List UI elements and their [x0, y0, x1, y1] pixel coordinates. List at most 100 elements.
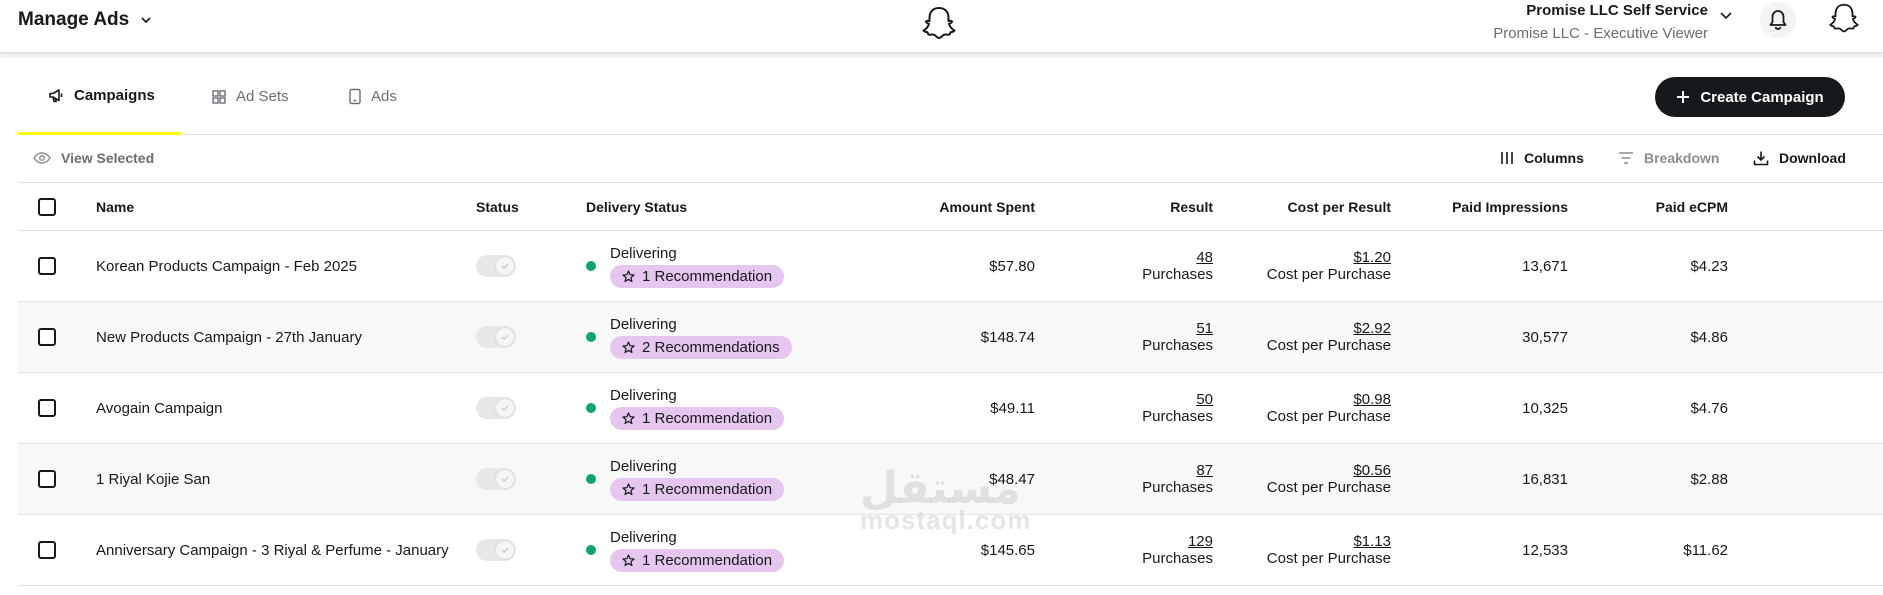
tab-bar: Campaigns Ad Sets Ads	[18, 58, 1883, 135]
paid-impressions: 12,533	[1522, 541, 1568, 559]
table-header: Name Status Delivery Status Amount Spent…	[18, 184, 1883, 231]
campaign-status-toggle[interactable]	[476, 539, 516, 561]
campaign-status-toggle[interactable]	[476, 255, 516, 277]
status-cell	[476, 373, 556, 443]
column-header-status[interactable]: Status	[476, 184, 556, 230]
cost-per-result-link[interactable]: $1.13	[1353, 533, 1391, 550]
tab-ads[interactable]: Ads	[348, 58, 397, 135]
row-checkbox[interactable]	[38, 328, 56, 346]
star-icon	[622, 340, 635, 353]
result-value-link[interactable]: 50	[1196, 391, 1213, 408]
create-campaign-button[interactable]: Create Campaign	[1655, 77, 1845, 117]
result-cell: 87 Purchases	[1048, 444, 1213, 514]
select-all-checkbox[interactable]	[38, 198, 56, 216]
campaign-name[interactable]: 1 Riyal Kojie San	[96, 444, 466, 514]
row-checkbox[interactable]	[38, 541, 56, 559]
column-header-name[interactable]: Name	[96, 184, 466, 230]
amount-spent: $48.47	[989, 470, 1035, 488]
chevron-down-icon[interactable]	[1718, 7, 1734, 23]
table-row[interactable]: New Products Campaign - 27th January Del…	[18, 302, 1883, 373]
account-switcher[interactable]: Promise LLC Self Service Promise LLC - E…	[1493, 2, 1708, 42]
status-cell	[476, 515, 556, 585]
result-cell: 50 Purchases	[1048, 373, 1213, 443]
bell-icon	[1769, 10, 1787, 30]
row-checkbox[interactable]	[38, 257, 56, 275]
view-selected-button[interactable]: View Selected	[33, 150, 154, 166]
cost-per-result-unit: Cost per Purchase	[1266, 266, 1391, 283]
toggle-knob	[496, 257, 514, 275]
column-header-result[interactable]: Result	[1048, 184, 1213, 230]
recommendation-badge[interactable]: 1 Recommendation	[610, 264, 785, 288]
delivery-cell: Delivering 1 Recommendation	[586, 444, 846, 514]
cost-per-result-link[interactable]: $2.92	[1353, 320, 1391, 337]
campaign-name[interactable]: Avogain Campaign	[96, 373, 466, 443]
star-icon	[622, 482, 635, 495]
table-row[interactable]: Avogain Campaign Delivering 1 Recommenda…	[18, 373, 1883, 444]
result-value-link[interactable]: 129	[1188, 533, 1213, 550]
campaign-status-toggle[interactable]	[476, 468, 516, 490]
campaign-status-toggle[interactable]	[476, 326, 516, 348]
paid-impressions: 13,671	[1522, 257, 1568, 275]
row-checkbox[interactable]	[38, 470, 56, 488]
create-campaign-label: Create Campaign	[1700, 88, 1824, 106]
app-title-dropdown[interactable]: Manage Ads	[18, 9, 153, 31]
plus-icon	[1677, 91, 1690, 103]
breakdown-button[interactable]: Breakdown	[1618, 150, 1719, 166]
campaign-name[interactable]: Korean Products Campaign - Feb 2025	[96, 231, 466, 301]
column-header-amount-spent[interactable]: Amount Spent	[818, 184, 1035, 230]
delivery-status-text: Delivering	[610, 244, 677, 262]
result-value-link[interactable]: 87	[1196, 462, 1213, 479]
row-select-cell	[38, 515, 58, 585]
cost-per-result-link[interactable]: $0.98	[1353, 391, 1391, 408]
recommendation-badge[interactable]: 1 Recommendation	[610, 477, 785, 501]
amount-spent: $145.65	[980, 541, 1035, 559]
column-header-cost-per-result[interactable]: Cost per Result	[1228, 184, 1391, 230]
cost-per-result-link[interactable]: $0.56	[1353, 462, 1391, 479]
snapchat-ghost-logo[interactable]	[921, 5, 957, 43]
column-header-paid-ecpm[interactable]: Paid eCPM	[1578, 184, 1728, 230]
delivery-cell: Delivering 1 Recommendation	[586, 373, 846, 443]
eye-icon	[33, 152, 51, 164]
notifications-button[interactable]	[1760, 2, 1796, 38]
delivery-status-text: Delivering	[610, 315, 677, 333]
campaign-name[interactable]: Anniversary Campaign - 3 Riyal & Perfume…	[96, 515, 466, 585]
delivering-status-dot	[586, 403, 596, 413]
delivering-status-dot	[586, 332, 596, 342]
result-value-link[interactable]: 51	[1196, 320, 1213, 337]
row-checkbox[interactable]	[38, 399, 56, 417]
column-header-delivery-status[interactable]: Delivery Status	[586, 184, 846, 230]
account-role: Promise LLC - Executive Viewer	[1493, 25, 1708, 42]
download-button[interactable]: Download	[1753, 150, 1846, 166]
amount-spent: $148.74	[980, 328, 1035, 346]
recommendation-badge[interactable]: 1 Recommendation	[610, 548, 785, 572]
campaign-status-toggle[interactable]	[476, 397, 516, 419]
check-icon	[501, 263, 509, 270]
avatar[interactable]	[1826, 0, 1862, 38]
table-row[interactable]: 1 Riyal Kojie San Delivering 1 Recommend…	[18, 444, 1883, 515]
table-row[interactable]: Korean Products Campaign - Feb 2025 Deli…	[18, 231, 1883, 302]
tab-ad-sets[interactable]: Ad Sets	[211, 58, 289, 135]
campaign-name[interactable]: New Products Campaign - 27th January	[96, 302, 466, 372]
recommendation-badge[interactable]: 2 Recommendations	[610, 335, 792, 359]
tab-label: Ads	[371, 88, 397, 105]
recommendation-badge[interactable]: 1 Recommendation	[610, 406, 785, 430]
cost-per-result-link[interactable]: $1.20	[1353, 249, 1391, 266]
result-unit: Purchases	[1142, 408, 1213, 425]
star-icon	[622, 411, 635, 424]
check-icon	[501, 476, 509, 483]
status-cell	[476, 444, 556, 514]
columns-button[interactable]: Columns	[1500, 150, 1584, 166]
paid-impressions: 10,325	[1522, 399, 1568, 417]
breakdown-label: Breakdown	[1644, 150, 1720, 166]
table-row[interactable]: Anniversary Campaign - 3 Riyal & Perfume…	[18, 515, 1883, 586]
toggle-knob	[496, 399, 514, 417]
amount-spent: $57.80	[989, 257, 1035, 275]
star-icon	[622, 553, 635, 566]
result-value-link[interactable]: 48	[1196, 249, 1213, 266]
tab-campaigns[interactable]: Campaigns	[18, 58, 181, 135]
paid-ecpm: $4.23	[1690, 257, 1728, 275]
column-header-paid-impressions[interactable]: Paid Impressions	[1408, 184, 1568, 230]
paid-impressions: 16,831	[1522, 470, 1568, 488]
tab-label: Campaigns	[74, 86, 155, 104]
toggle-knob	[496, 470, 514, 488]
